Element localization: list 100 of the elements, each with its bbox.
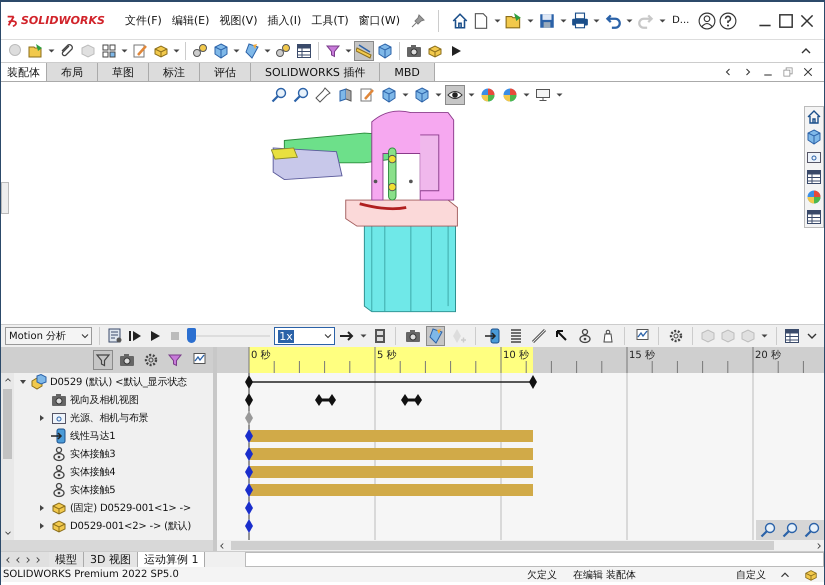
table-icon[interactable] (806, 209, 822, 225)
playback-slider[interactable] (187, 327, 270, 345)
view-button[interactable] (313, 85, 333, 105)
calculator-icon[interactable] (107, 328, 124, 344)
document-name[interactable]: D... (672, 15, 690, 26)
document-tab[interactable]: 3D 视图 (84, 552, 138, 567)
tree-item[interactable]: (固定) D0529-001<1> -> (70, 501, 192, 515)
magnifier-icon[interactable] (782, 522, 798, 538)
caret-icon[interactable] (527, 18, 534, 22)
ribbon-tab[interactable]: 草图 (98, 63, 149, 81)
magnifier-icon[interactable] (804, 522, 820, 538)
caret-icon[interactable] (233, 49, 240, 53)
view-key-marker[interactable] (315, 394, 336, 406)
keyframe-marker[interactable] (245, 429, 253, 443)
maximize-icon[interactable] (777, 12, 795, 30)
keyframe-marker[interactable] (245, 393, 253, 407)
panel-handle[interactable] (1, 182, 9, 214)
caret-icon[interactable] (173, 49, 180, 53)
slider-thumb[interactable] (187, 328, 196, 343)
caret-icon[interactable] (435, 93, 442, 97)
document-tab[interactable]: 模型 (49, 552, 84, 567)
help-icon[interactable] (719, 12, 738, 30)
tree-item[interactable]: 实体接触5 (70, 483, 116, 497)
caret-icon[interactable] (345, 49, 352, 53)
view-key-marker[interactable] (401, 394, 422, 406)
home-icon[interactable] (451, 12, 470, 30)
keyframe-marker[interactable] (245, 447, 253, 461)
restore-icon[interactable] (782, 66, 794, 78)
disabled-part-icon (80, 43, 96, 59)
filter-icon (167, 352, 183, 368)
caret-icon[interactable] (48, 49, 55, 53)
speed-dropdown[interactable]: 1x (274, 327, 335, 345)
home-icon[interactable] (806, 109, 822, 125)
ribbon-tab[interactable]: MBD (380, 63, 435, 81)
view-button[interactable] (445, 85, 465, 105)
keyframe-marker[interactable] (245, 501, 253, 515)
vertical-scrollbar[interactable] (1, 373, 14, 540)
keyframe-marker[interactable] (245, 483, 253, 497)
tree-item[interactable]: D0529-001<2> -> (默认) (70, 519, 192, 533)
collapsed-arrow-icon[interactable] (40, 505, 44, 511)
caret-icon[interactable] (402, 93, 409, 97)
ribbon-tab[interactable]: 布局 (47, 63, 98, 81)
toolbar-button[interactable] (294, 41, 314, 61)
folder-icon[interactable] (806, 149, 822, 165)
caret-icon[interactable] (494, 18, 502, 22)
table-icon[interactable] (806, 169, 822, 185)
caret-icon[interactable] (560, 18, 568, 22)
logo-mark-icon (5, 14, 19, 28)
expanded-arrow-icon[interactable] (20, 380, 26, 384)
tree-item[interactable]: 光源、相机与布景 (70, 411, 148, 425)
caret-icon[interactable] (556, 93, 563, 97)
caret-icon[interactable] (593, 18, 600, 22)
view-button[interactable] (269, 85, 289, 105)
study-type-dropdown[interactable]: Motion 分析 (5, 327, 92, 345)
unit-system[interactable]: 自定义 (736, 568, 766, 582)
caret-icon[interactable] (626, 18, 634, 22)
motion-button[interactable] (529, 326, 548, 346)
view-button[interactable] (291, 85, 311, 105)
keyframe-marker[interactable] (245, 411, 253, 425)
ribbon-tab[interactable]: 标注 (149, 63, 200, 81)
tree-item[interactable]: 线性马达1 (70, 429, 116, 443)
menu-item[interactable]: 工具(T) (311, 13, 349, 28)
tree-item[interactable]: 视向及相机视图 (70, 393, 139, 407)
printer-icon[interactable] (571, 12, 590, 30)
play-from-start-icon[interactable] (127, 328, 144, 344)
keyframe-marker[interactable] (245, 465, 253, 479)
tree-item[interactable]: 实体接触3 (70, 447, 116, 461)
keyframe-marker[interactable] (245, 519, 253, 533)
ribbon-tab[interactable]: 评估 (200, 63, 251, 81)
user-icon[interactable] (698, 12, 716, 30)
close-icon[interactable] (802, 66, 814, 78)
motion-button[interactable] (483, 326, 502, 346)
horizontal-scrollbar[interactable] (217, 540, 824, 551)
open-folder-icon[interactable] (505, 12, 524, 30)
document-tab[interactable]: 运动算例 1 (138, 552, 206, 567)
pin-icon[interactable] (410, 12, 426, 28)
caret-icon[interactable] (659, 18, 666, 22)
collapsed-arrow-icon[interactable] (40, 523, 44, 529)
caret-icon[interactable] (468, 93, 475, 97)
ribbon-tab[interactable]: SOLIDWORKS 插件 (251, 63, 380, 81)
cube-icon[interactable] (806, 129, 822, 145)
caret-icon[interactable] (121, 49, 128, 53)
caret-icon[interactable] (523, 93, 530, 97)
tree-item[interactable]: D0529 (默认) <默认_显示状态 (50, 375, 187, 389)
solidworks-logo[interactable]: SOLIDWORKS (5, 14, 105, 28)
menu-item[interactable]: 文件(F) (124, 13, 162, 28)
part-icon[interactable] (804, 568, 818, 582)
color-wheel-icon[interactable] (806, 189, 822, 205)
tree-item[interactable]: 实体接触4 (70, 465, 116, 479)
table-icon[interactable] (784, 328, 800, 344)
menu-item[interactable]: 编辑(E) (172, 13, 210, 28)
keyframe-span[interactable] (245, 375, 537, 389)
menu-item[interactable]: 插入(I) (268, 13, 302, 28)
caret-icon[interactable] (264, 49, 271, 53)
caret-icon[interactable] (360, 334, 367, 338)
menu-item[interactable]: 视图(V) (219, 13, 258, 28)
menu-item[interactable]: 窗口(W) (358, 13, 400, 28)
collapsed-arrow-icon[interactable] (40, 415, 44, 421)
filter-button[interactable] (93, 350, 113, 370)
magnifier-icon[interactable] (760, 522, 776, 538)
